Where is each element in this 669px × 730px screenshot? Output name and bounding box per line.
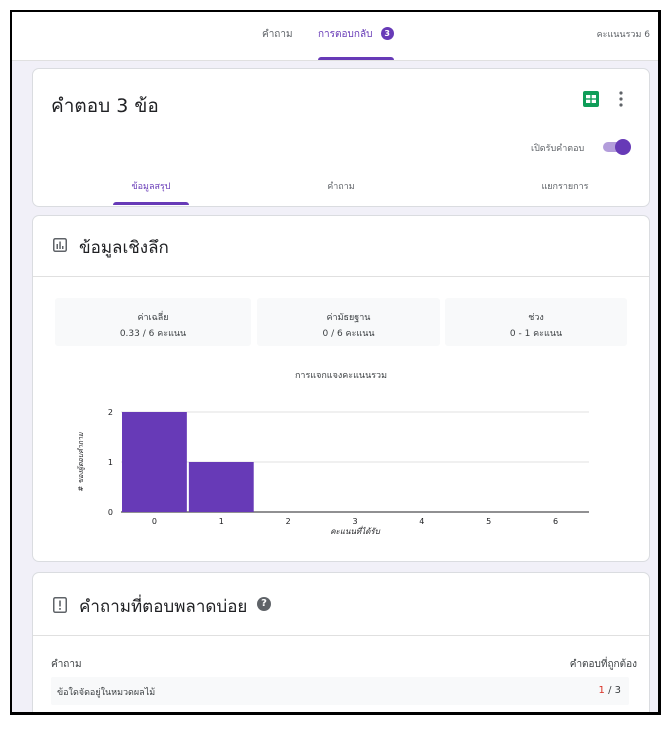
insights-card: ข้อมูลเชิงลึก ค่าเฉลี่ย 0.33 / 6 คะแนน ค… bbox=[32, 215, 650, 562]
x-tick-label: 3 bbox=[352, 517, 357, 526]
forms-responses-window: คำถาม การตอบกลับ 3 คะแนนรวม 6 คำตอบ 3 ข้… bbox=[10, 10, 661, 715]
common-missed-card: คำถามที่ตอบพลาดบ่อย ? คำถาม คำตอบที่ถูกต… bbox=[32, 572, 650, 712]
tab-questions-label: คำถาม bbox=[262, 29, 293, 40]
column-header-correct: คำตอบที่ถูกต้อง bbox=[569, 659, 637, 670]
stat-median-label: ค่ามัธยฐาน bbox=[326, 313, 371, 323]
active-tab-indicator bbox=[318, 57, 394, 60]
x-tick-label: 0 bbox=[152, 517, 157, 526]
subtab-summary-label: ข้อมูลสรุป bbox=[131, 182, 171, 192]
common-missed-header: คำถามที่ตอบพลาดบ่อย ? bbox=[33, 573, 649, 636]
chart-bar bbox=[122, 412, 187, 512]
responses-count-badge: 3 bbox=[380, 26, 394, 40]
x-tick-label: 5 bbox=[486, 517, 491, 526]
alert-icon bbox=[53, 597, 67, 613]
stat-mean-value: 0.33 / 6 คะแนน bbox=[119, 329, 187, 339]
insights-chart-icon bbox=[53, 238, 67, 252]
missed-question-score: 1 / 3 bbox=[599, 685, 621, 696]
subtab-question-label: คำถาม bbox=[327, 182, 355, 192]
stat-range-label: ช่วง bbox=[528, 313, 544, 323]
responses-summary-card: คำตอบ 3 ข้อ เปิดรับคำตอบ ข้อมูลสรุป คำถา… bbox=[32, 68, 650, 207]
stat-range: ช่วง 0 - 1 คะแนน bbox=[445, 298, 627, 346]
total-count: / 3 bbox=[604, 685, 621, 696]
x-tick-label: 6 bbox=[553, 517, 558, 526]
stat-mean-label: ค่าเฉลี่ย bbox=[137, 313, 169, 323]
sheets-icon[interactable] bbox=[583, 91, 599, 107]
top-tab-bar: คำถาม การตอบกลับ 3 คะแนนรวม 6 bbox=[12, 12, 658, 61]
tab-responses[interactable]: การตอบกลับ 3 bbox=[318, 12, 394, 60]
stat-range-value: 0 - 1 คะแนน bbox=[509, 329, 563, 339]
active-subtab-indicator bbox=[113, 202, 189, 205]
stat-median: ค่ามัธยฐาน 0 / 6 คะแนน bbox=[257, 298, 440, 346]
toggle-knob bbox=[615, 139, 631, 155]
insights-header: ข้อมูลเชิงลึก bbox=[33, 216, 649, 277]
x-axis-label: คะแนนที่ได้รับ bbox=[330, 525, 381, 536]
y-axis-label: # ของผู้ตอบคำถาม bbox=[77, 432, 85, 492]
common-missed-title: คำถามที่ตอบพลาดบ่อย bbox=[79, 597, 248, 617]
help-icon[interactable]: ? bbox=[257, 597, 271, 611]
accepting-responses-label: เปิดรับคำตอบ bbox=[531, 144, 585, 154]
stat-mean: ค่าเฉลี่ย 0.33 / 6 คะแนน bbox=[55, 298, 251, 346]
chart-title: การแจกแจงคะแนนรวม bbox=[294, 371, 388, 381]
insights-title: ข้อมูลเชิงลึก bbox=[79, 238, 169, 258]
tab-responses-label: การตอบกลับ bbox=[318, 29, 373, 40]
y-tick-label: 0 bbox=[108, 508, 113, 517]
tab-questions[interactable]: คำถาม bbox=[262, 12, 293, 60]
missed-question-text: ข้อใดจัดอยู่ในหมวดผลไม้ bbox=[57, 688, 156, 698]
subtab-summary[interactable]: ข้อมูลสรุป bbox=[91, 179, 211, 205]
subtab-individual[interactable]: แยกรายการ bbox=[505, 179, 625, 193]
responses-count-title: คำตอบ 3 ข้อ bbox=[51, 95, 159, 117]
more-vert-icon[interactable] bbox=[616, 89, 626, 109]
x-tick-label: 2 bbox=[286, 517, 291, 526]
subtab-individual-label: แยกรายการ bbox=[541, 182, 589, 192]
x-tick-label: 1 bbox=[219, 517, 224, 526]
total-points-label: คะแนนรวม 6 bbox=[596, 30, 650, 40]
column-header-question: คำถาม bbox=[51, 659, 82, 670]
stat-median-value: 0 / 6 คะแนน bbox=[322, 329, 375, 339]
accepting-responses-toggle[interactable] bbox=[601, 139, 631, 155]
score-distribution-chart: 0 1 2 0 1 2 3 4 5 6 คะแนนที่ได้รับ # ของผู้ตอบคำถาม bbox=[77, 408, 589, 536]
chart-bar bbox=[188, 462, 254, 512]
subtab-question[interactable]: คำถาม bbox=[281, 179, 401, 193]
missed-question-row[interactable]: ข้อใดจัดอยู่ในหมวดผลไม้ 1 / 3 bbox=[51, 677, 629, 705]
x-tick-label: 4 bbox=[419, 517, 424, 526]
y-tick-label: 1 bbox=[108, 458, 113, 467]
y-tick-label: 2 bbox=[108, 408, 113, 417]
